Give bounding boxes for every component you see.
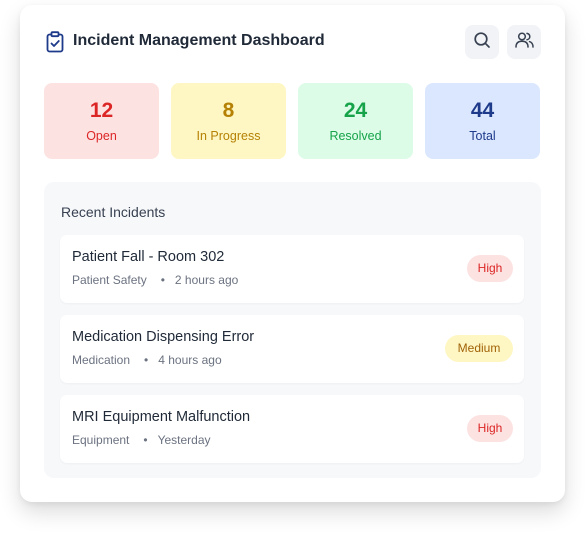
incident-meta: Patient Safety • 2 hours ago [72,273,238,287]
separator-dot: • [143,433,148,447]
incident-title: Medication Dispensing Error [72,329,255,345]
search-icon [473,31,491,54]
stat-resolved[interactable]: 24 Resolved [298,83,413,159]
users-button[interactable] [507,25,541,59]
incident-meta: Equipment • Yesterday [72,433,211,447]
incident-title: Patient Fall - Room 302 [72,249,225,265]
stat-open[interactable]: 12 Open [44,83,159,159]
stat-total[interactable]: 44 Total [425,83,540,159]
stats-row: 12 Open 8 In Progress 24 Resolved 44 Tot… [44,83,541,159]
recent-incidents-title: Recent Incidents [61,204,166,220]
incident-time: 4 hours ago [158,353,222,367]
severity-badge: Medium [445,335,513,362]
stat-total-label: Total [469,129,496,143]
incident-category: Medication [72,353,131,367]
dashboard-card: Incident Management Dashboard 12 Open 8 … [20,5,565,502]
stat-in-progress[interactable]: 8 In Progress [171,83,286,159]
stat-resolved-value: 24 [343,99,368,122]
incident-item[interactable]: Patient Fall - Room 302 Patient Safety • 2… [60,235,524,303]
stat-open-value: 12 [89,99,114,122]
incident-item[interactable]: Medication Dispensing Error Medication • 4… [60,315,524,383]
incident-category: Equipment [72,433,130,447]
separator-dot: • [144,353,149,367]
recent-incidents-panel: Recent Incidents Patient Fall - Room 302… [44,182,541,478]
incident-item[interactable]: MRI Equipment Malfunction Equipment • Yest… [60,395,524,463]
stat-resolved-label: Resolved [329,129,382,143]
severity-badge: High [467,415,513,442]
incident-title: MRI Equipment Malfunction [72,409,251,425]
dashboard-header: Incident Management Dashboard [45,25,541,59]
incident-meta: Medication • 4 hours ago [72,353,222,367]
incident-time: Yesterday [157,433,211,447]
severity-badge: High [467,255,513,282]
incident-time: 2 hours ago [174,273,239,287]
page-title: Incident Management Dashboard [73,32,325,49]
separator-dot: • [160,273,165,287]
stat-open-label: Open [86,129,117,143]
users-icon [514,31,534,54]
stat-in-progress-label: In Progress [196,129,261,143]
stat-in-progress-value: 8 [222,99,235,122]
stat-total-value: 44 [470,99,495,122]
incident-category: Patient Safety [72,273,147,287]
search-button[interactable] [465,25,499,59]
clipboard-check-icon [45,31,65,53]
